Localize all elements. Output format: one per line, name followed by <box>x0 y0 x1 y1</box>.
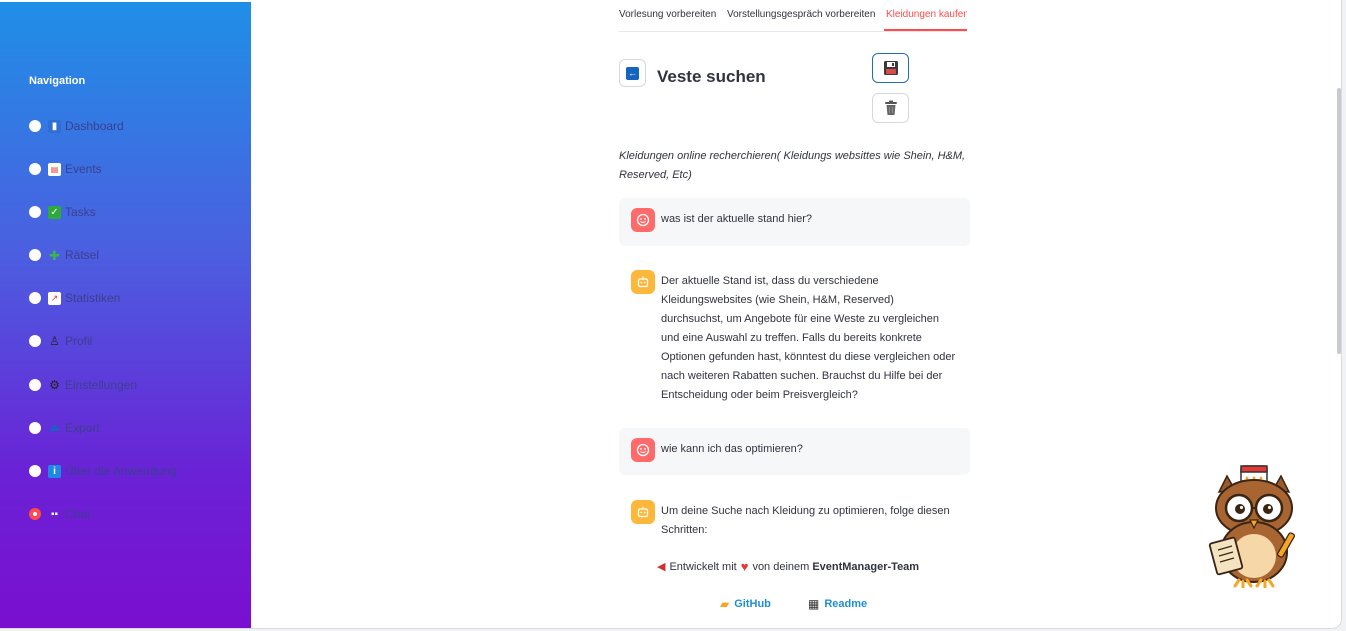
sidebar-item-label: Dashboard <box>65 119 124 133</box>
sidebar-item-label: Einstellungen <box>65 378 138 392</box>
back-button[interactable]: ← <box>619 59 646 87</box>
task-description: Kleidungen online recherchieren( Kleidun… <box>619 150 966 181</box>
radio-button[interactable] <box>29 120 41 132</box>
radio-button[interactable] <box>29 465 41 477</box>
chat-message-user: was ist der aktuelle stand hier? <box>619 198 970 246</box>
user-avatar-icon <box>631 438 655 462</box>
sidebar-item-statistiken[interactable]: ↗ Statistiken <box>29 289 120 307</box>
footer-team: EventManager-Team <box>812 560 920 573</box>
user-avatar-icon <box>631 208 655 232</box>
message-text: Der aktuelle Stand ist, dass du verschie… <box>661 275 956 401</box>
radio-button[interactable] <box>29 335 41 347</box>
back-arrow-icon: ← <box>626 66 639 80</box>
radio-button[interactable] <box>29 292 41 304</box>
radio-button[interactable] <box>29 249 41 261</box>
chat-message-user: wie kann ich das optimieren? <box>619 428 970 475</box>
checkmark-icon: ✓ <box>48 205 61 219</box>
github-link-label[interactable]: GitHub <box>734 598 771 610</box>
sidebar-item-label: Rätsel <box>65 248 100 262</box>
radio-button[interactable] <box>29 422 41 434</box>
message-text: Um deine Suche nach Kleidung zu optimier… <box>661 505 950 536</box>
trash-icon <box>884 100 897 115</box>
footer-prefix: Entwickelt mit <box>669 560 737 573</box>
sidebar-item-label: Tasks <box>65 205 96 219</box>
scrollbar[interactable] <box>1337 88 1341 354</box>
chat-message-assistant: Um deine Suche nach Kleidung zu optimier… <box>619 490 970 550</box>
footer-middle: von deinem <box>752 560 810 573</box>
sidebar-item-einstellungen[interactable]: ⚙ Einstellungen <box>29 376 137 394</box>
message-text: wie kann ich das optimieren? <box>661 443 803 455</box>
chat-message-assistant: Der aktuelle Stand ist, dass du verschie… <box>619 260 970 415</box>
tab-kleidungen[interactable]: Kleidungen kaufen <box>886 9 967 20</box>
smiley-icon <box>636 213 650 227</box>
tab-vorlesung[interactable]: Vorlesung vorbereiten <box>619 9 716 20</box>
sidebar-item-chat[interactable]: ▪▪ Chat <box>29 505 90 523</box>
sidebar: Navigation ▮ Dashboard ▤ Events ✓ Tasks … <box>0 2 251 628</box>
sidebar-item-label: Chat <box>65 507 91 521</box>
megaphone-icon: ◀ <box>657 561 666 573</box>
sidebar-item-tasks[interactable]: ✓ Tasks <box>29 203 96 221</box>
app-window: Navigation ▮ Dashboard ▤ Events ✓ Tasks … <box>0 0 1342 629</box>
calendar-icon: ▤ <box>48 162 61 176</box>
export-icon: ⏏ <box>49 421 60 434</box>
delete-button[interactable] <box>872 93 909 123</box>
sidebar-item-events[interactable]: ▤ Events <box>29 160 102 178</box>
sidebar-item-raetsel[interactable]: ✚ Rätsel <box>29 246 99 264</box>
bot-avatar-icon <box>631 500 655 524</box>
nav-title: Navigation <box>29 75 86 87</box>
trend-chart-icon: ↗ <box>48 291 61 305</box>
gear-icon: ⚙ <box>49 377 60 392</box>
sidebar-item-label: Profil <box>65 334 93 348</box>
radio-button[interactable] <box>29 379 41 391</box>
smiley-icon <box>636 443 650 457</box>
sidebar-item-dashboard[interactable]: ▮ Dashboard <box>29 117 124 135</box>
readme-link-label[interactable]: Readme <box>824 598 867 610</box>
robot-icon <box>637 276 649 288</box>
radio-button-selected[interactable] <box>29 508 41 520</box>
sidebar-item-label: Events <box>65 162 102 176</box>
radio-button[interactable] <box>29 206 41 218</box>
puzzle-icon: ✚ <box>49 247 60 263</box>
bot-avatar-icon <box>631 270 655 294</box>
books-icon: ▦ <box>808 597 820 611</box>
save-button[interactable] <box>872 53 909 83</box>
radio-button[interactable] <box>29 163 41 175</box>
sidebar-item-export[interactable]: ⏏ Export <box>29 419 100 437</box>
chart-icon: ▮ <box>48 119 61 133</box>
github-link[interactable]: ▰ GitHub <box>720 597 771 611</box>
sidebar-item-label: Export <box>65 421 100 435</box>
readme-link[interactable]: ▦ Readme <box>808 597 867 611</box>
page-title: Veste suchen <box>657 67 766 86</box>
floppy-disk-icon <box>883 61 898 75</box>
sidebar-item-profil[interactable]: ♙ Profil <box>29 332 92 350</box>
sidebar-item-label: Statistiken <box>65 291 121 305</box>
sidebar-item-ueber[interactable]: i Über die Anwendung <box>29 462 176 480</box>
message-text: was ist der aktuelle stand hier? <box>661 213 813 225</box>
heart-icon: ♥ <box>740 559 749 574</box>
sidebar-item-label: Über die Anwendung <box>65 464 177 478</box>
robot-icon <box>637 506 649 518</box>
active-tab-indicator <box>884 29 967 31</box>
footer-credits: ◀ Entwickelt mit ♥ von deinem EventManag… <box>657 559 919 574</box>
user-icon: ♙ <box>49 333 60 348</box>
tab-vorstellungsgespraech[interactable]: Vorstellungsgespräch vorbereiten <box>727 9 875 20</box>
owl-mascot-icon <box>1208 465 1296 588</box>
chat-icon: ▪▪ <box>50 508 59 520</box>
info-icon: i <box>48 464 61 478</box>
folder-icon: ▰ <box>720 597 730 611</box>
